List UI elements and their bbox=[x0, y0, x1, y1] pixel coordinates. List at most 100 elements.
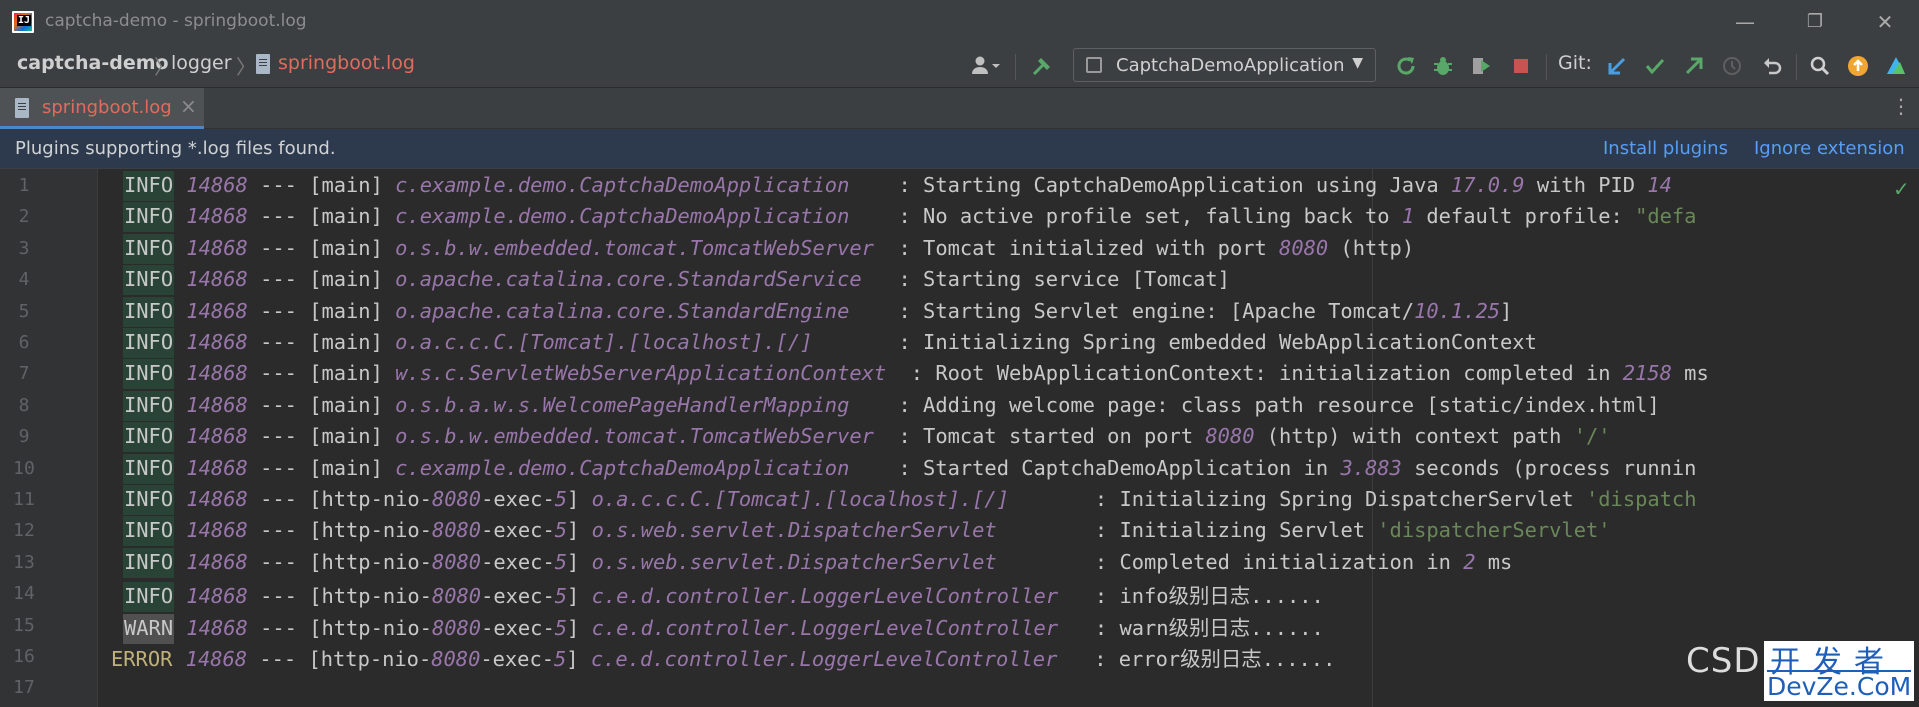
log-number: 8080 bbox=[1279, 235, 1329, 260]
title-bar: IJ captcha-demo - springboot.log — ❐ ✕ bbox=[0, 0, 1919, 44]
log-thread: -exec- bbox=[481, 615, 555, 640]
breadcrumb-folder[interactable]: logger bbox=[171, 52, 232, 74]
plugin-logo-icon[interactable] bbox=[1884, 54, 1908, 78]
log-message: : Completed initialization in bbox=[1094, 549, 1464, 574]
search-icon[interactable] bbox=[1808, 54, 1832, 78]
install-plugins-link[interactable]: Install plugins bbox=[1603, 138, 1728, 159]
run-config-label: CaptchaDemoApplication bbox=[1116, 55, 1345, 76]
log-logger-name: o.s.b.a.w.s.WelcomePageHandlerMapping bbox=[395, 392, 887, 417]
log-logger-name: c.e.d.controller.LoggerLevelController bbox=[591, 584, 1083, 609]
log-level-badge: INFO bbox=[123, 582, 175, 613]
ignore-extension-link[interactable]: Ignore extension bbox=[1754, 138, 1905, 159]
log-thread: ] bbox=[567, 615, 580, 640]
breadcrumb-file[interactable]: springboot.log bbox=[278, 52, 415, 74]
line-number: 6 bbox=[18, 332, 30, 353]
stop-icon[interactable] bbox=[1509, 54, 1533, 78]
log-level-badge: WARN bbox=[123, 613, 175, 644]
plugin-suggestion-banner: Plugins supporting *.log files found. In… bbox=[0, 129, 1919, 169]
tab-springboot-log[interactable]: springboot.log × bbox=[0, 88, 204, 129]
log-string: '/' bbox=[1573, 424, 1611, 449]
log-message: (http) with context path bbox=[1254, 424, 1574, 449]
log-separator: --- bbox=[260, 392, 297, 417]
log-pid: 14868 bbox=[186, 615, 248, 640]
log-editor[interactable]: 1 2 3 4 5 6 7 8 9 10 11 12 13 14 15 16 17 INFO 14868 ---… bbox=[0, 169, 1919, 707]
git-update-icon[interactable] bbox=[1605, 54, 1629, 78]
log-string: 'dispatch bbox=[1585, 487, 1697, 511]
log-pid: 14868 bbox=[186, 518, 248, 543]
run-configuration-select[interactable]: CaptchaDemoApplication ▼ bbox=[1073, 48, 1376, 82]
log-thread: [main] bbox=[309, 204, 383, 229]
breadcrumb-project[interactable]: captcha-demo bbox=[17, 52, 169, 74]
close-tab-icon[interactable]: × bbox=[180, 94, 197, 118]
log-number: 1 bbox=[1401, 204, 1415, 229]
log-separator: --- bbox=[260, 455, 297, 480]
log-level-badge: INFO bbox=[123, 296, 175, 327]
log-pid: 14868 bbox=[186, 487, 248, 511]
log-logger-name: o.s.web.servlet.DispatcherServlet bbox=[591, 518, 1083, 543]
log-thread-port: 8080 bbox=[431, 584, 482, 609]
coverage-icon[interactable] bbox=[1469, 54, 1493, 78]
watermark-text: CSD bbox=[1686, 641, 1761, 681]
log-logger-name: o.apache.catalina.core.StandardService bbox=[395, 267, 887, 292]
inspection-ok-icon[interactable]: ✓ bbox=[1893, 177, 1910, 201]
log-level-badge: INFO bbox=[123, 233, 175, 264]
rerun-icon[interactable] bbox=[1394, 54, 1418, 78]
rollback-icon[interactable] bbox=[1760, 54, 1784, 78]
log-pid: 14868 bbox=[186, 455, 248, 480]
log-thread: [http-nio- bbox=[309, 549, 432, 574]
log-message: ms bbox=[1475, 549, 1513, 574]
restore-button[interactable]: ❐ bbox=[1801, 8, 1829, 36]
tab-label: springboot.log bbox=[42, 97, 172, 118]
log-separator: --- bbox=[260, 361, 297, 386]
more-options-icon[interactable]: ⋮ bbox=[1891, 94, 1911, 118]
log-file-icon bbox=[256, 54, 270, 74]
update-icon[interactable] bbox=[1846, 54, 1870, 78]
log-level-badge: INFO bbox=[123, 485, 175, 515]
git-push-icon[interactable] bbox=[1682, 54, 1706, 78]
close-window-button[interactable]: ✕ bbox=[1871, 8, 1899, 36]
log-thread: [main] bbox=[309, 392, 383, 417]
log-thread: ] bbox=[567, 549, 580, 574]
log-line: INFO 14868 --- [main] o.s.b.w.embedded.t… bbox=[123, 422, 1611, 453]
log-line: INFO 14868 --- [http-nio-8080-exec-5] c.… bbox=[123, 579, 1324, 613]
log-thread-port: 8080 bbox=[431, 518, 482, 543]
user-icon[interactable] bbox=[966, 54, 1006, 78]
navigation-bar: captcha-demo 〉 logger 〉 springboot.log C… bbox=[0, 44, 1919, 88]
log-thread: [main] bbox=[309, 173, 383, 197]
log-thread-index: 5 bbox=[554, 647, 567, 671]
log-thread-port: 8080 bbox=[431, 549, 482, 574]
log-message: (http) bbox=[1328, 235, 1415, 260]
log-line: INFO 14868 --- [main] o.apache.catalina.… bbox=[123, 265, 1230, 296]
log-thread: [main] bbox=[309, 267, 383, 292]
log-number: 8080 bbox=[1205, 424, 1255, 449]
log-pid: 14868 bbox=[185, 647, 248, 671]
log-line: INFO 14868 --- [main] c.example.demo.Cap… bbox=[123, 453, 1697, 485]
editor-tab-bar: springboot.log × ⋮ bbox=[0, 88, 1919, 129]
log-separator: --- bbox=[260, 173, 297, 197]
log-level-badge: INFO bbox=[123, 547, 175, 578]
log-message: : Initializing Servlet bbox=[1094, 518, 1378, 543]
log-pid: 14868 bbox=[186, 235, 248, 260]
log-message: ] bbox=[1500, 298, 1513, 323]
toolbar-divider bbox=[1796, 54, 1797, 80]
log-thread: -exec- bbox=[481, 487, 555, 511]
log-thread: -exec- bbox=[481, 584, 555, 609]
history-icon[interactable] bbox=[1720, 54, 1744, 78]
build-hammer-icon[interactable] bbox=[1030, 54, 1054, 78]
log-message: seconds (process runnin bbox=[1401, 455, 1697, 480]
log-pid: 14868 bbox=[186, 584, 248, 609]
minimize-button[interactable]: — bbox=[1731, 8, 1759, 36]
log-pid: 14868 bbox=[186, 424, 248, 449]
log-thread: [main] bbox=[309, 235, 383, 260]
breadcrumb-separator: 〉 bbox=[236, 55, 256, 79]
debug-icon[interactable] bbox=[1431, 54, 1455, 78]
git-commit-icon[interactable] bbox=[1643, 54, 1667, 78]
log-string: 'dispatcherServlet' bbox=[1377, 518, 1611, 543]
log-message: : Starting CaptchaDemoApplication using … bbox=[898, 173, 1451, 197]
log-logger-name: c.example.demo.CaptchaDemoApplication bbox=[395, 204, 887, 229]
log-pid: 14868 bbox=[186, 204, 248, 229]
log-thread-port: 8080 bbox=[431, 615, 482, 640]
line-number-gutter: 1 2 3 4 5 6 7 8 9 10 11 12 13 14 15 16 17 bbox=[0, 169, 98, 707]
log-message: : No active profile set, falling back to bbox=[898, 204, 1402, 229]
log-separator: --- bbox=[260, 330, 297, 354]
